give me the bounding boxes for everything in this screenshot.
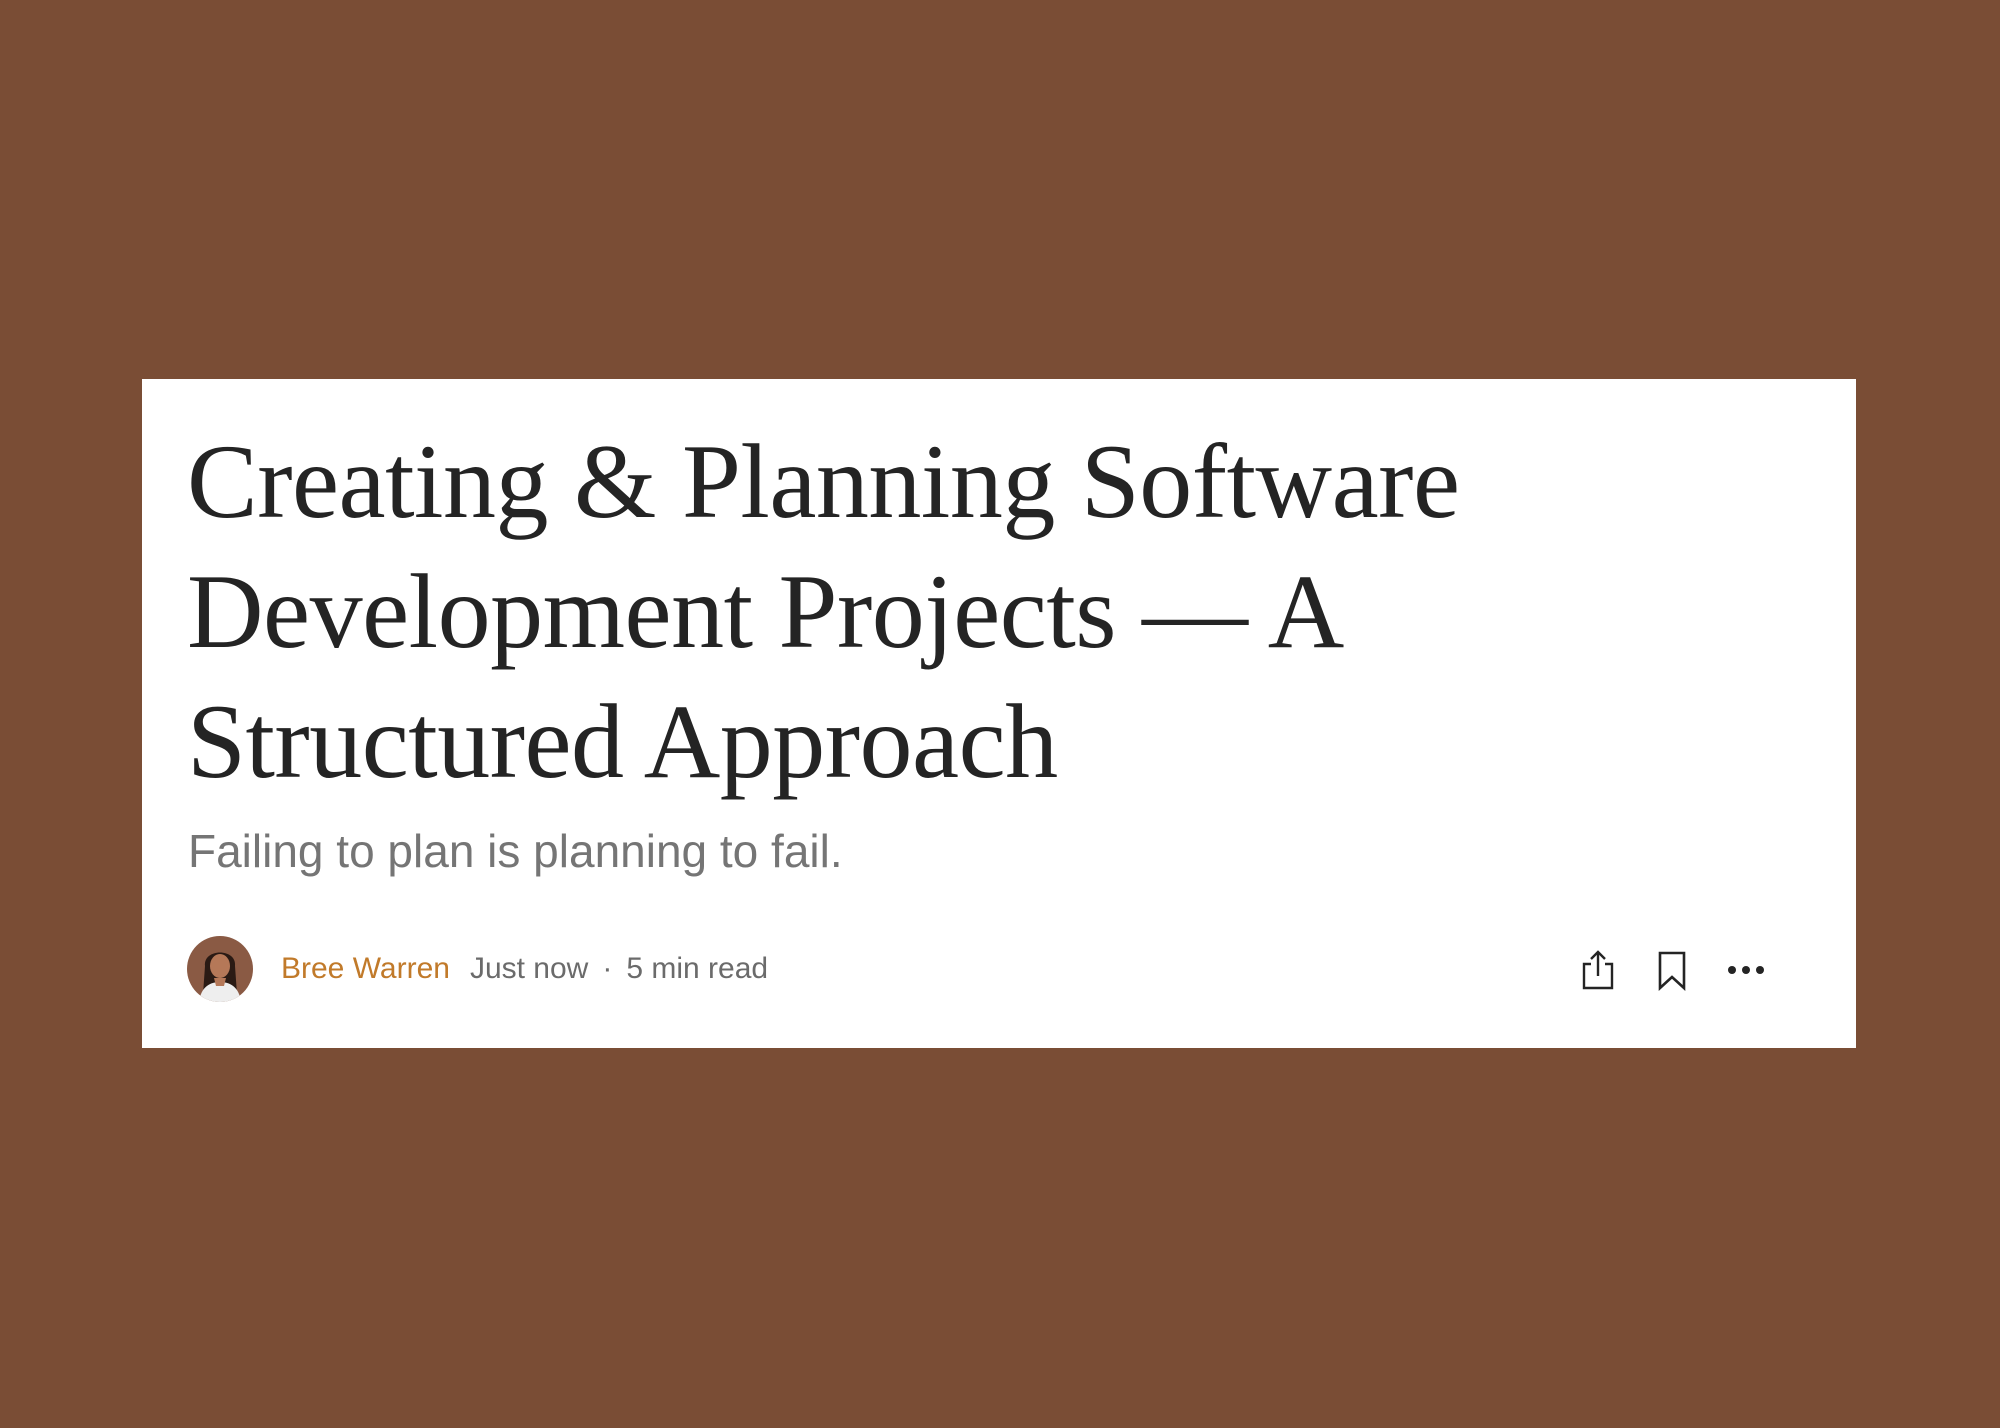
article-meta: Bree Warren Just now · 5 min read bbox=[187, 936, 768, 1002]
article-header-card: Creating & Planning Software Development… bbox=[142, 379, 1856, 1048]
bookmark-icon bbox=[1658, 951, 1686, 991]
read-time: 5 min read bbox=[626, 952, 769, 985]
meta-separator: · bbox=[602, 952, 613, 985]
author-name[interactable]: Bree Warren bbox=[281, 952, 450, 986]
more-icon bbox=[1728, 966, 1764, 974]
article-actions bbox=[1570, 942, 1774, 998]
avatar-image bbox=[187, 936, 253, 1002]
more-options-button[interactable] bbox=[1718, 942, 1774, 998]
publish-time: Just now bbox=[469, 952, 589, 985]
article-subtitle: Failing to plan is planning to fail. bbox=[188, 825, 843, 877]
bookmark-button[interactable] bbox=[1644, 942, 1700, 998]
author-avatar[interactable] bbox=[187, 936, 253, 1002]
share-button[interactable] bbox=[1570, 942, 1626, 998]
share-icon bbox=[1582, 950, 1614, 990]
article-title: Creating & Planning Software Development… bbox=[187, 423, 1460, 800]
